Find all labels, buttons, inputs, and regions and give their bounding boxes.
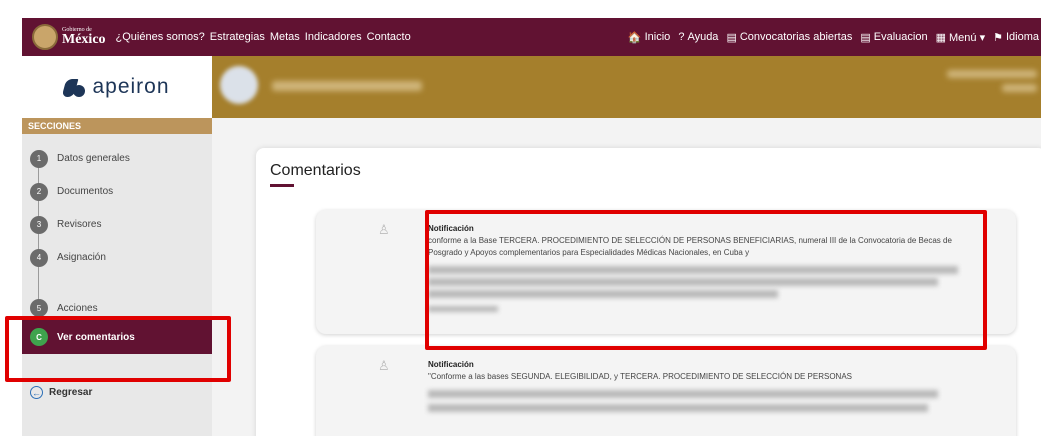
apeiron-logo-icon [64,77,86,97]
nav-idioma-label: Idioma [1005,31,1039,43]
step-number: 5 [30,299,48,317]
user-icon: ♙ [378,222,390,237]
page-title: Comentarios [270,162,361,179]
nav-inicio[interactable]: 🏠 Inicio [628,31,670,44]
comment-title: Notificación [428,360,474,369]
nav-convocatorias-label: Convocatorias abiertas [739,31,853,43]
nav-ayuda-label: Ayuda [687,31,719,43]
nav-menu[interactable]: ▦ Menú ▾ [936,31,986,44]
nav-ayuda[interactable]: ? Ayuda [678,31,718,44]
comment-body: "Conforme a las bases SEGUNDA. ELEGIBILI… [428,372,852,381]
flag-icon: ⚑ [993,31,1003,44]
home-icon: 🏠 [627,31,642,44]
brand-name: apeiron [92,75,170,98]
redacted-info [1002,84,1037,92]
gov-logo[interactable]: Gobierno de México [32,24,106,50]
nav-convocatorias[interactable]: ▤ Convocatorias abiertas [726,31,852,44]
step-number: 4 [30,248,48,267]
nav-metas[interactable]: Metas [270,31,300,43]
step-label: Acciones [57,302,98,314]
comment-card: ♙ Notificación "Conforme a las bases SEG… [316,346,1016,436]
book-icon: ▤ [726,31,737,44]
highlight-box-ver-comentarios [5,316,231,382]
redacted-user-name [272,81,422,91]
step-label: Documentos [57,186,114,197]
step-label: Revisores [57,219,102,230]
help-icon: ? [678,31,685,43]
step-number: 1 [30,149,48,168]
step-number: 3 [30,215,48,234]
nav-menu-label: Menú ▾ [949,31,986,44]
nav-indicadores[interactable]: Indicadores [305,31,362,43]
user-icon: ♙ [378,358,390,373]
sections-heading: SECCIONES [22,118,212,134]
book-icon: ▤ [860,31,871,44]
redacted-info [947,70,1037,78]
redacted-text [428,390,938,398]
gov-nav: ¿Quiénes somos? Estrategias Metas Indica… [116,31,411,43]
step-label: Asignación [57,252,106,263]
title-underline [270,184,294,187]
sidebar-item-documentos[interactable]: 2 Documentos [30,175,212,208]
nav-estrategias[interactable]: Estrategias [210,31,265,43]
nav-evaluacion[interactable]: ▤ Evaluacion [860,31,927,44]
nav-idioma[interactable]: ⚑ Idioma [993,31,1039,44]
app-frame: Gobierno de México ¿Quiénes somos? Estra… [0,0,1041,436]
apeiron-logo[interactable]: apeiron [22,56,212,118]
mexico-seal-icon [32,24,58,50]
nav-inicio-label: Inicio [644,31,671,43]
sidebar-item-revisores[interactable]: 3 Revisores [30,208,212,241]
avatar [220,66,258,104]
gov-logo-big: México [62,32,106,47]
sidebar-item-datos-generales[interactable]: 1 Datos generales [30,142,212,175]
sidebar-item-asignacion[interactable]: 4 Asignación [30,241,212,274]
step-label: Datos generales [57,153,130,164]
back-button[interactable]: ← Regresar [30,386,92,399]
highlight-box-comment [425,210,987,350]
menu-icon: ▦ [935,31,946,44]
redacted-text [428,404,928,412]
nav-quienes-somos[interactable]: ¿Quiénes somos? [116,31,205,43]
user-header-band [212,56,1041,118]
arrow-left-icon: ← [30,386,43,399]
back-label: Regresar [49,387,93,398]
nav-contacto[interactable]: Contacto [367,31,411,43]
user-nav: 🏠 Inicio ? Ayuda ▤ Convocatorias abierta… [628,31,1041,44]
government-header-bar: Gobierno de México ¿Quiénes somos? Estra… [22,18,1041,56]
nav-evaluacion-label: Evaluacion [873,31,928,43]
step-number: 2 [30,182,48,201]
